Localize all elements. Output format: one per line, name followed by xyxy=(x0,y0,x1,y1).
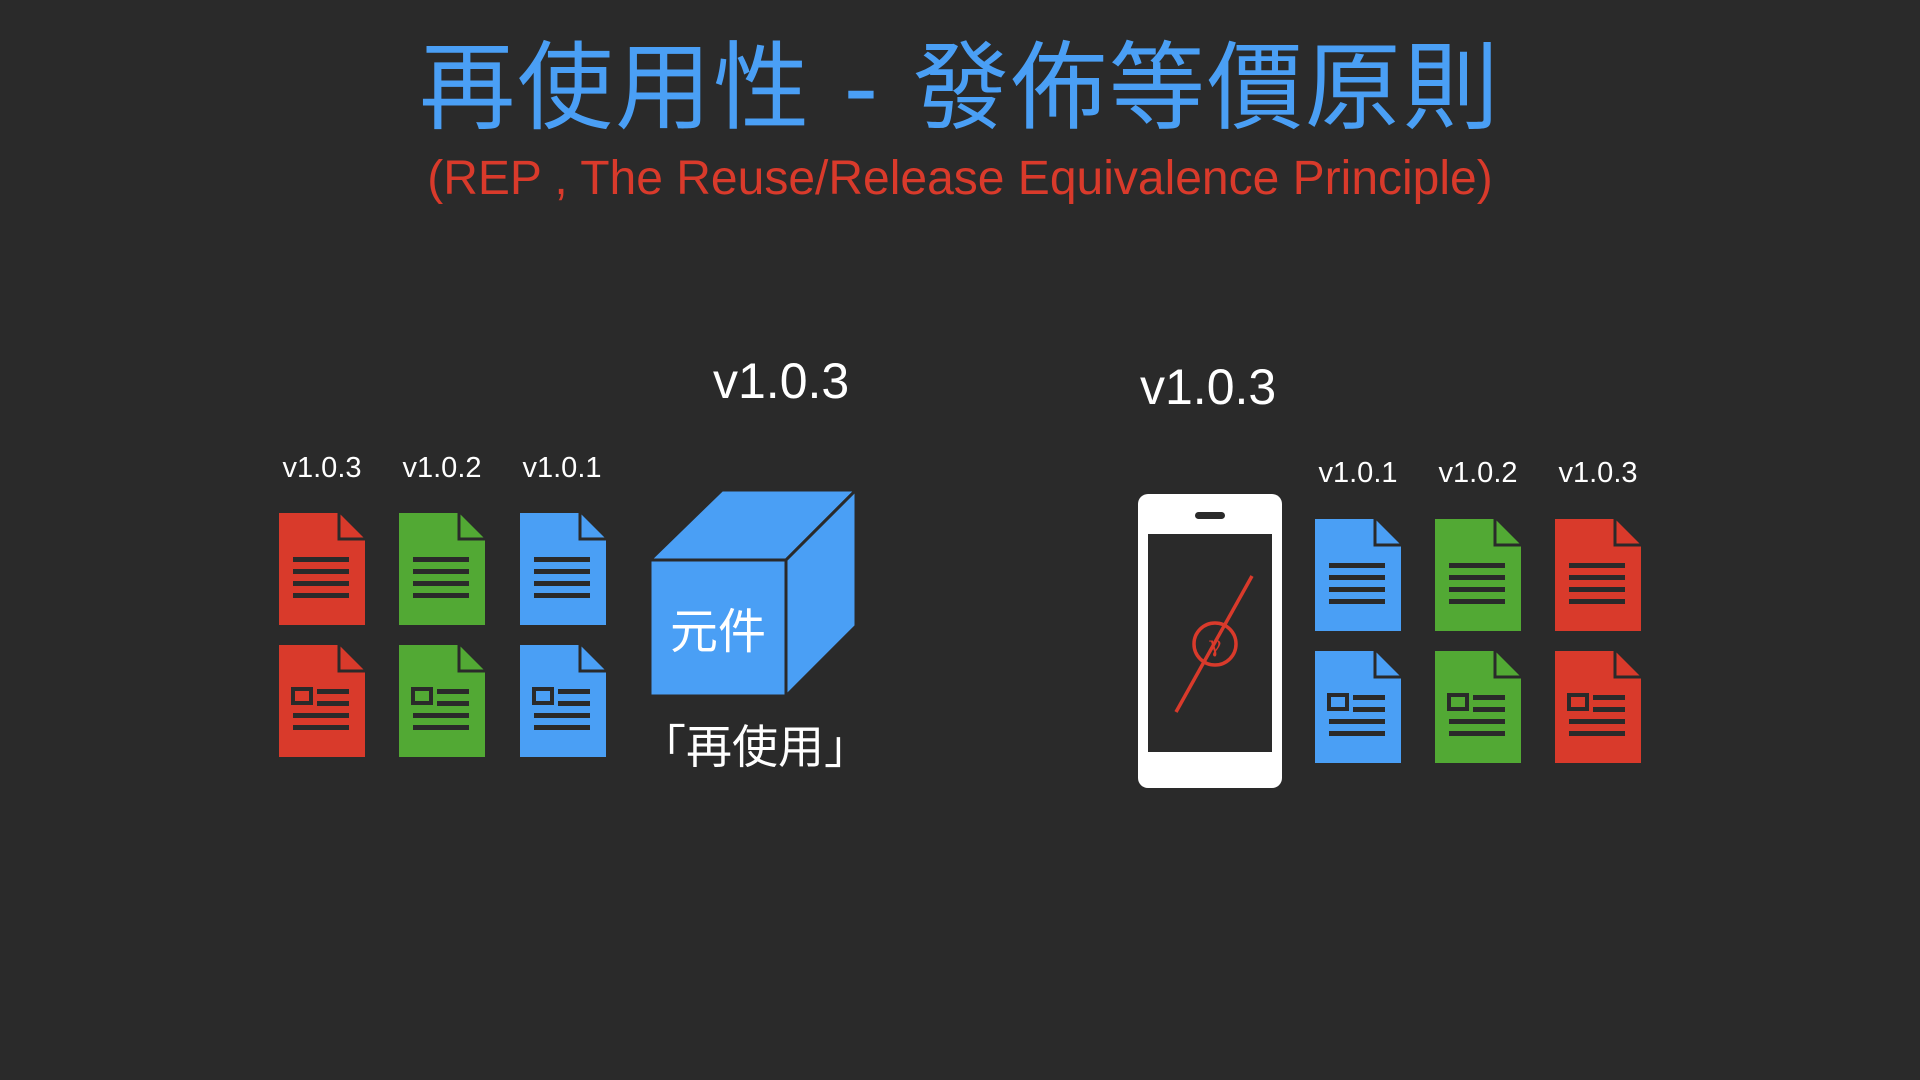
component-label: 元件 xyxy=(670,604,767,660)
image-document-icon xyxy=(1555,651,1641,763)
text-document-icon xyxy=(279,513,365,625)
left-release-version: v1.0.3 xyxy=(713,353,850,409)
slide-title: 再使用性 - 發佈等價原則 xyxy=(419,32,1501,144)
image-document-icon xyxy=(399,645,485,757)
reuse-label: 「再使用」 xyxy=(640,720,870,774)
slide-subtitle: (REP , The Reuse/Release Equivalence Pri… xyxy=(427,152,1493,205)
right-col-version: v1.0.1 xyxy=(1318,457,1398,489)
image-document-icon xyxy=(279,645,365,757)
smartphone-icon: γ xyxy=(1138,494,1282,788)
image-document-icon xyxy=(520,645,606,757)
left-col-version: v1.0.1 xyxy=(522,452,602,484)
left-col-version: v1.0.2 xyxy=(402,452,482,484)
text-document-icon xyxy=(1555,519,1641,631)
text-document-icon xyxy=(1315,519,1401,631)
right-col-version: v1.0.3 xyxy=(1558,457,1638,489)
left-col-version: v1.0.3 xyxy=(282,452,362,484)
component-cube-icon xyxy=(650,488,860,698)
text-document-icon xyxy=(399,513,485,625)
text-document-icon xyxy=(520,513,606,625)
image-document-icon xyxy=(1435,651,1521,763)
image-document-icon xyxy=(1315,651,1401,763)
text-document-icon xyxy=(1435,519,1521,631)
right-col-version: v1.0.2 xyxy=(1438,457,1518,489)
svg-text:γ: γ xyxy=(1208,633,1221,658)
right-release-version: v1.0.3 xyxy=(1140,359,1277,415)
